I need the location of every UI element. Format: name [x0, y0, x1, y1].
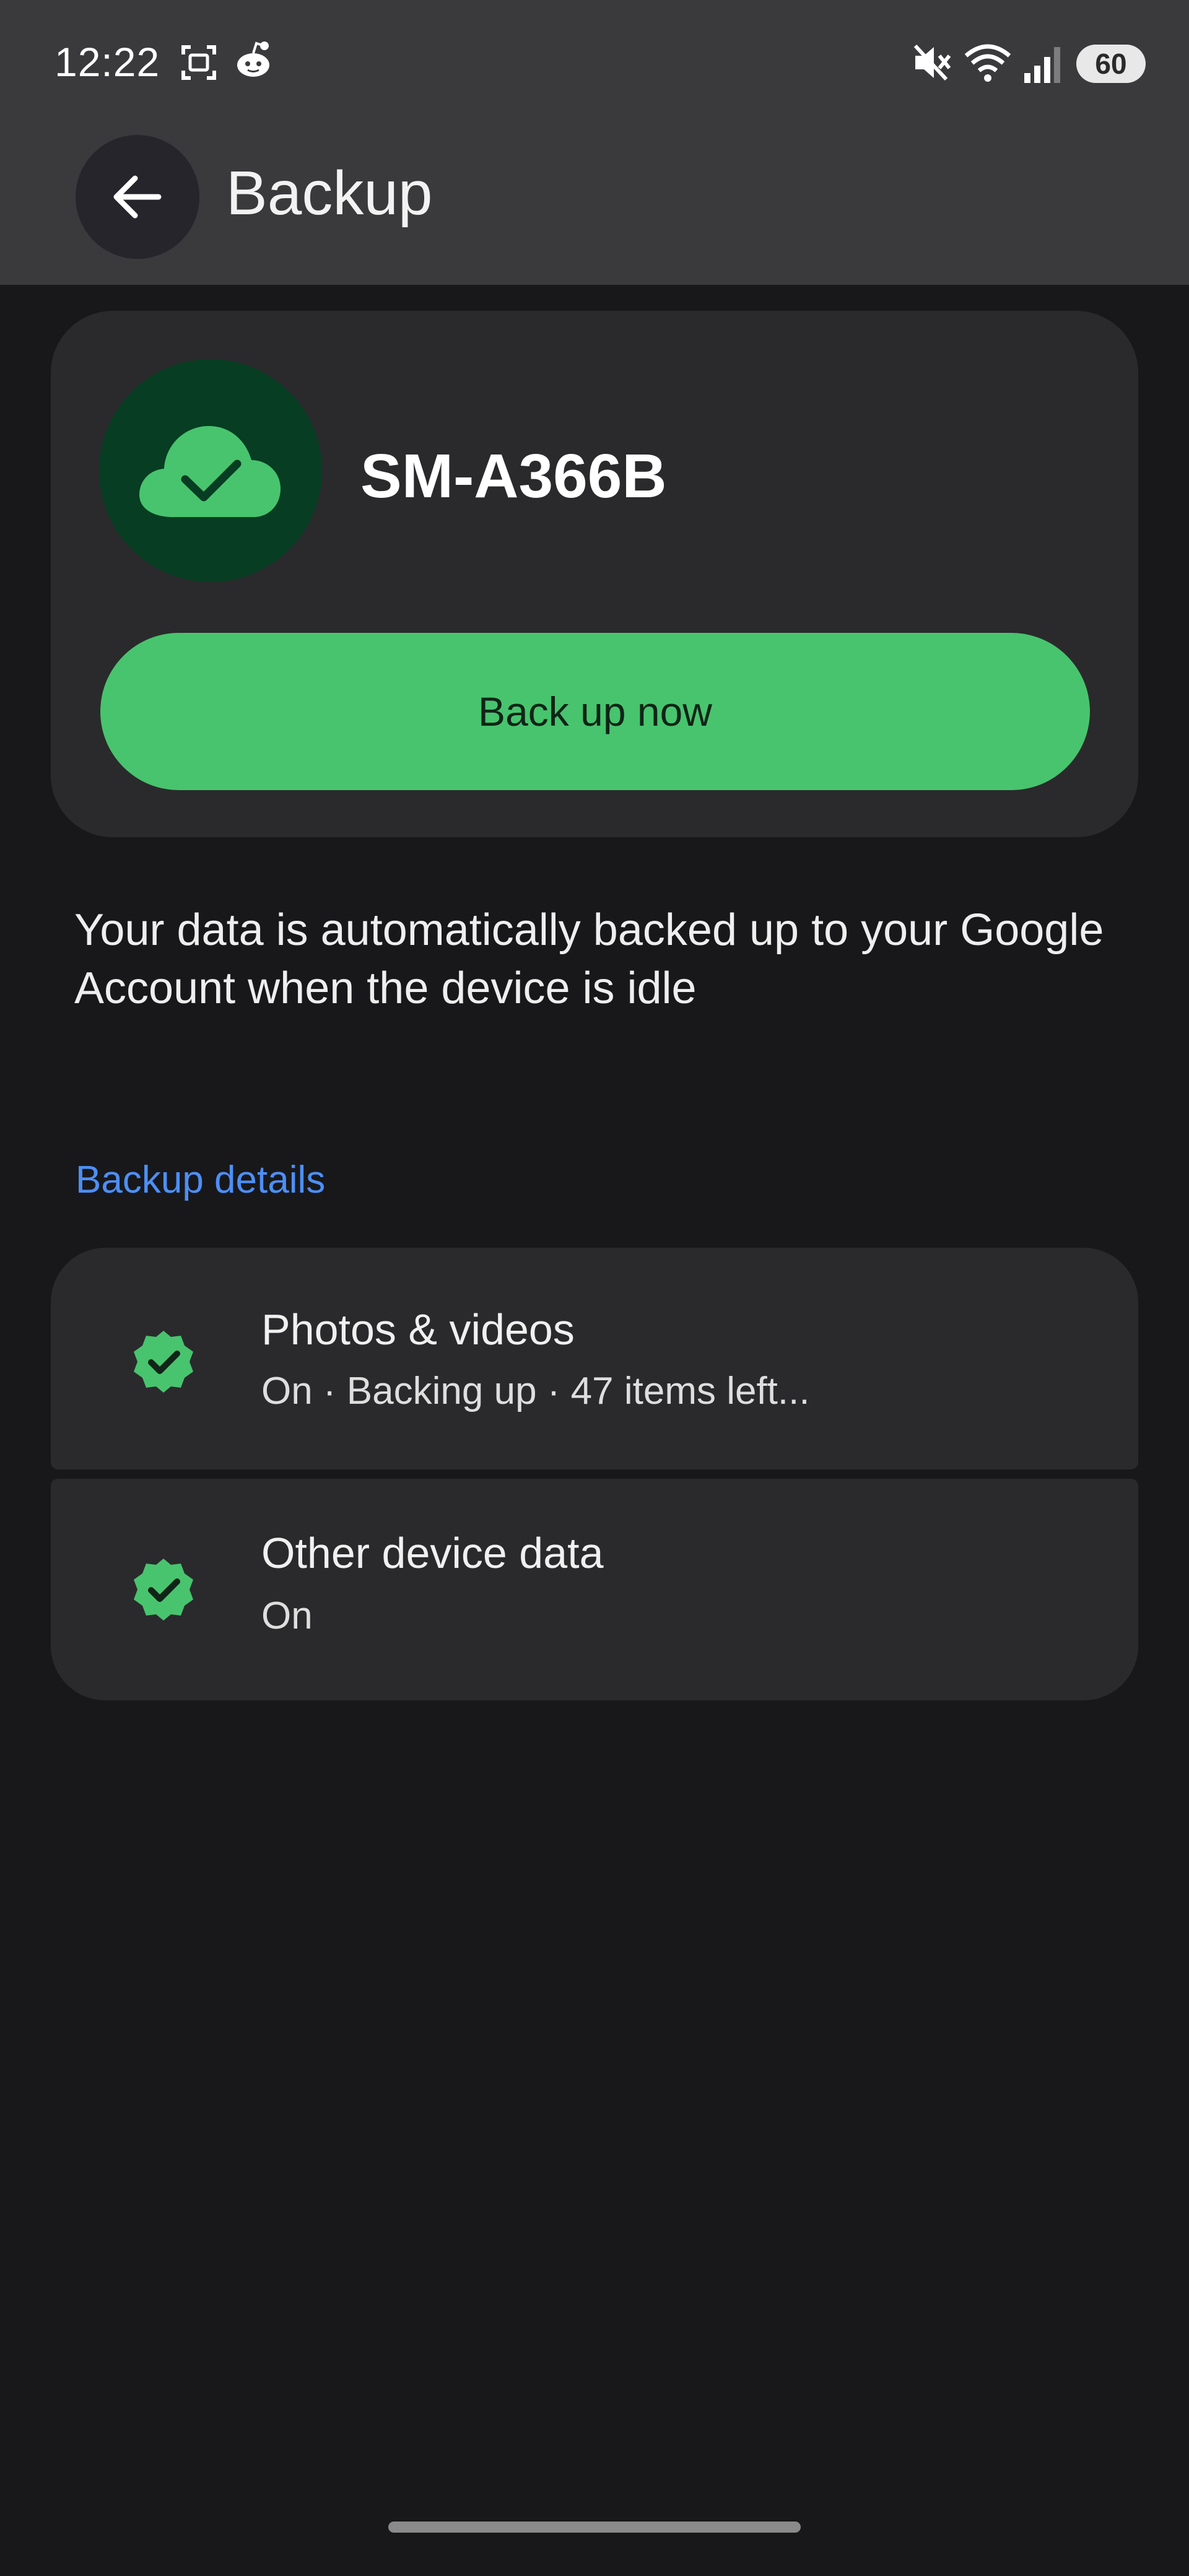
top-app-bar: 12:22 60 Backup	[0, 0, 1189, 285]
reddit-icon	[237, 41, 269, 77]
navigation-handle[interactable]	[388, 2522, 801, 2533]
backup-item-other-device-data[interactable]: Other device data On	[51, 1479, 1138, 1700]
arrow-left-icon	[113, 175, 162, 219]
status-bar: 12:22 60	[0, 0, 1189, 124]
check-badge-icon	[134, 1559, 193, 1621]
backup-description: Your data is automatically backed up to …	[74, 905, 1104, 1013]
backup-item-title: Photos & videos	[261, 1305, 575, 1354]
wifi-icon	[964, 44, 1011, 82]
backup-item-status: On	[261, 1595, 313, 1637]
device-name: SM-A366B	[360, 442, 667, 511]
status-time: 12:22	[54, 39, 160, 85]
page-title: Backup	[226, 159, 433, 228]
signal-icon	[1024, 47, 1060, 83]
back-button[interactable]	[76, 135, 199, 259]
backup-details-heading: Backup details	[76, 1159, 326, 1201]
check-badge-icon	[134, 1331, 193, 1393]
backup-item-photos-videos[interactable]: Photos & videos On · Backing up · 47 ite…	[51, 1248, 1138, 1469]
backup-item-status: On · Backing up · 47 items left...	[261, 1370, 810, 1412]
device-card: SM-A366B Back up now	[51, 311, 1138, 837]
cloud-check-icon	[139, 426, 281, 517]
battery-indicator: 60	[1076, 45, 1146, 83]
screenshot-icon	[181, 45, 216, 80]
back-up-now-button[interactable]: Back up now	[100, 633, 1090, 790]
backup-item-title: Other device data	[261, 1529, 604, 1577]
mute-icon	[913, 44, 951, 81]
cloud-status-circle	[99, 359, 322, 582]
